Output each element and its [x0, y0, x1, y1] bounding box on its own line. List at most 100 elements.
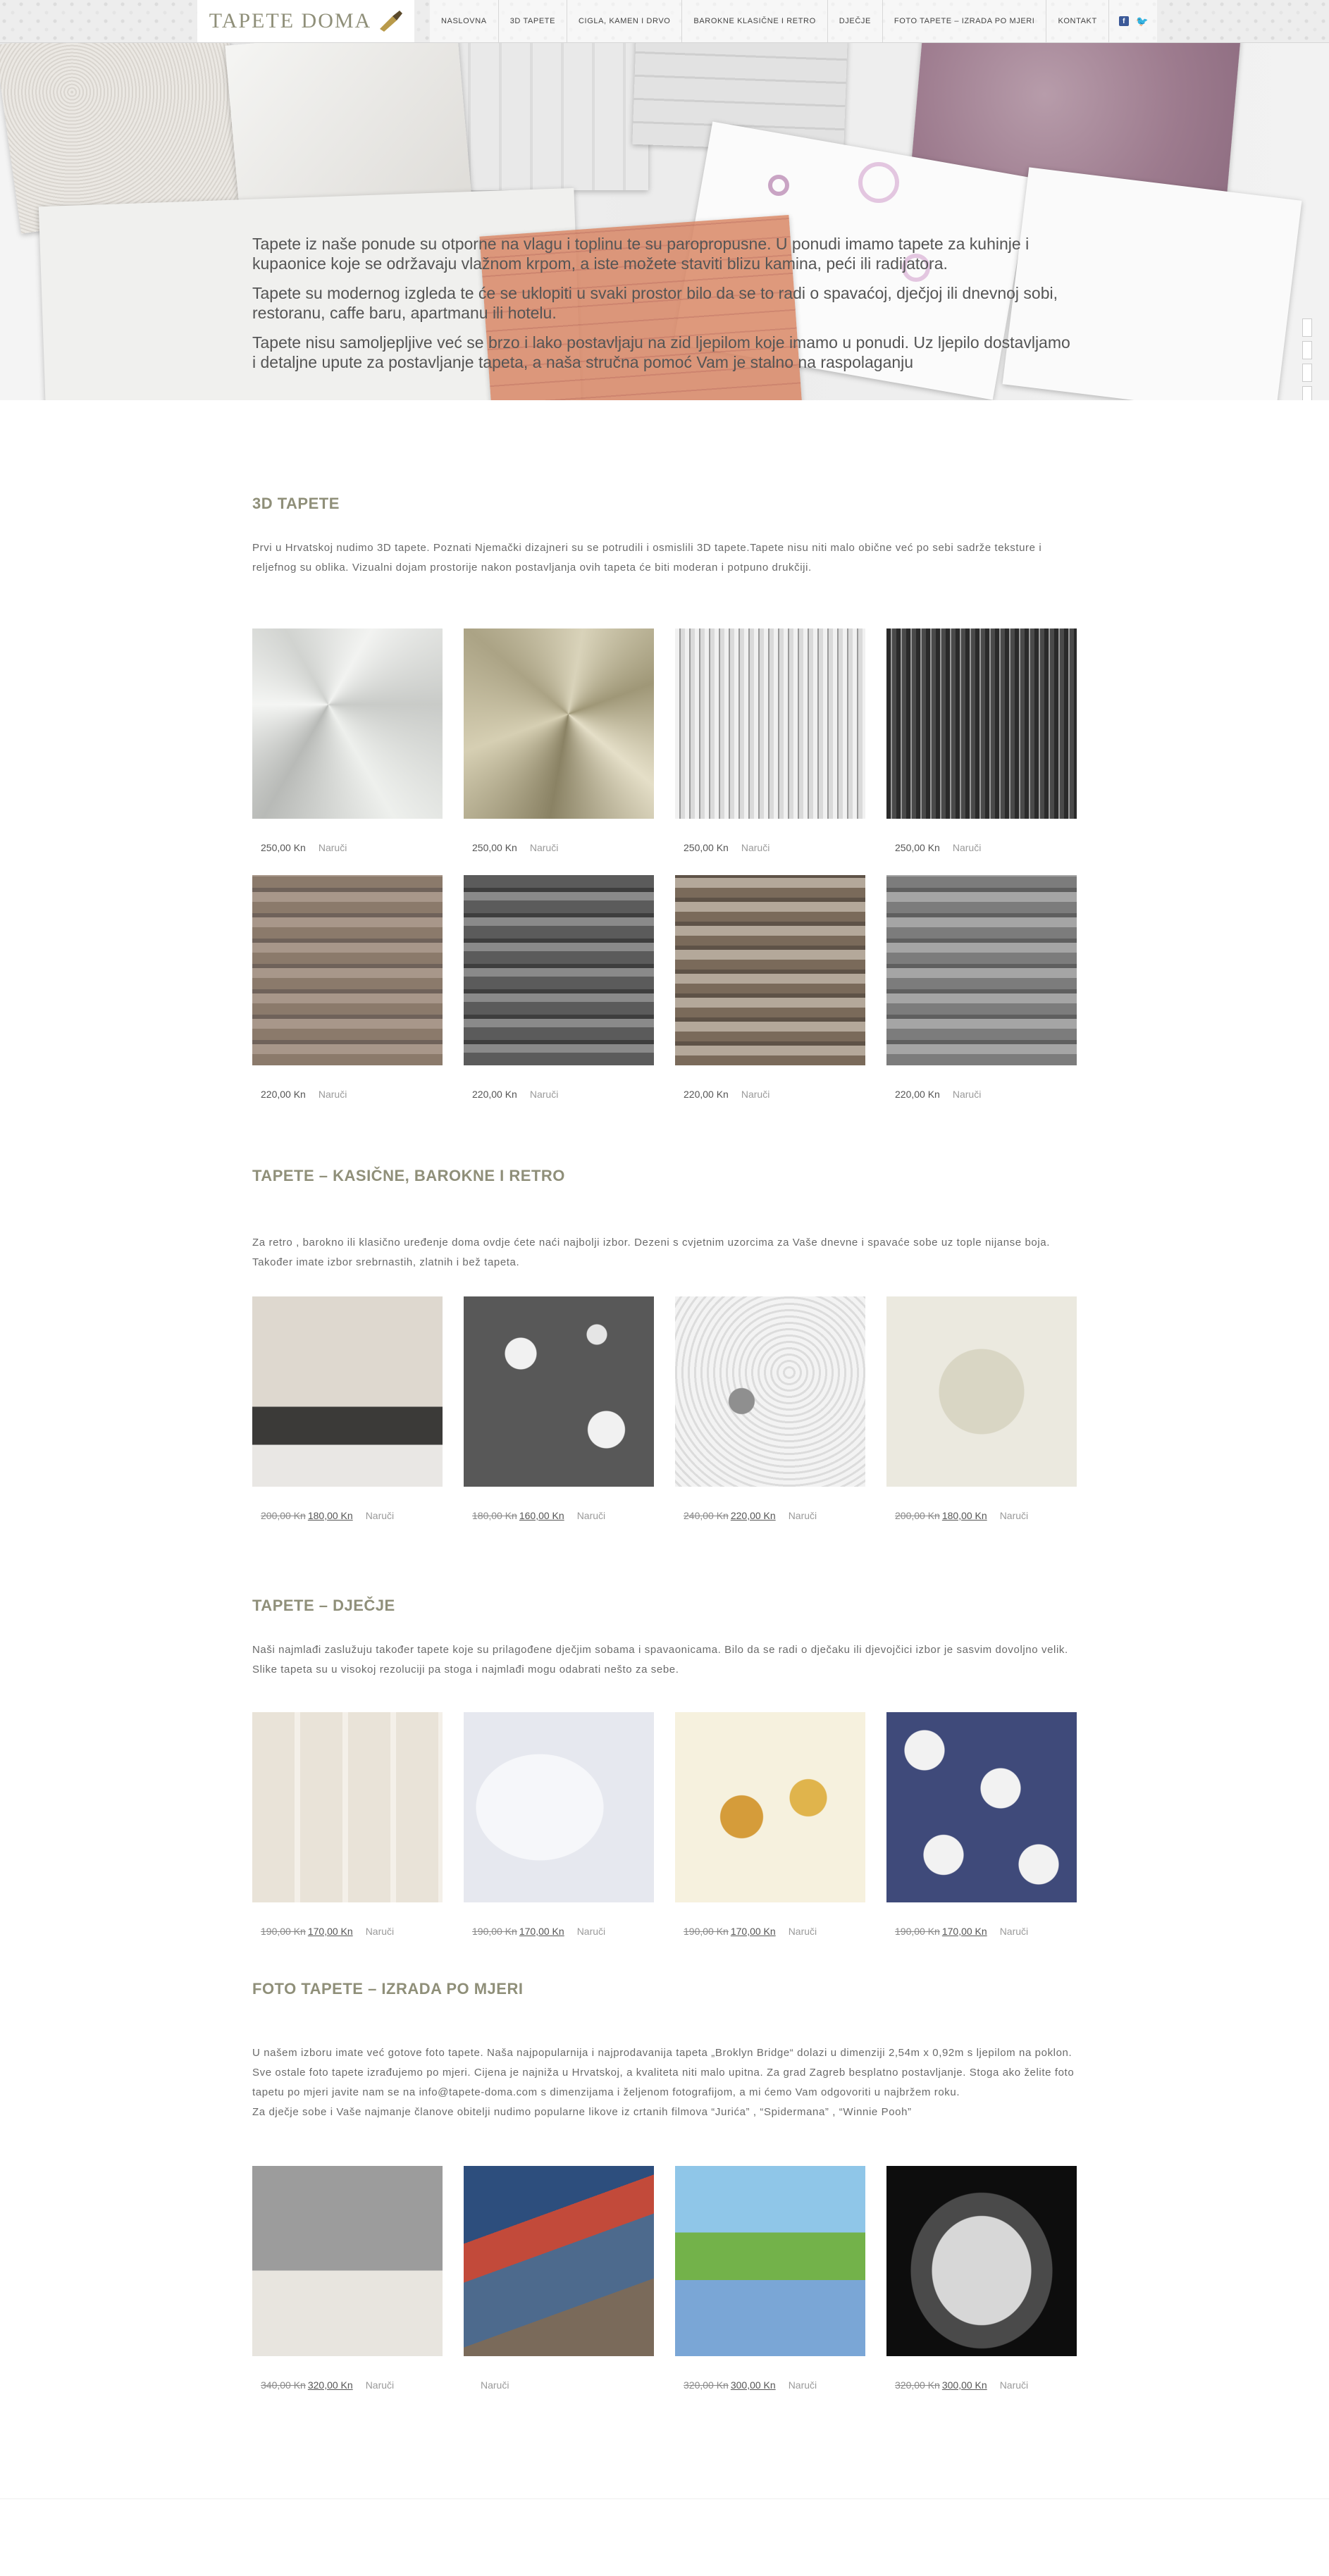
product-card: 250,00 Kn Naruči — [252, 628, 443, 875]
order-link[interactable]: Naruči — [741, 1089, 769, 1100]
section-djecje: TAPETE – DJEČJE Naši najmlađi zaslužuju … — [252, 1597, 1077, 1956]
old-price: 320,00 Kn — [684, 2379, 729, 2391]
nav-item-cigla-kamen-drvo[interactable]: CIGLA, KAMEN I DRVO — [567, 0, 683, 42]
order-link[interactable]: Naruči — [366, 1510, 394, 1521]
slider-dot[interactable] — [1302, 341, 1312, 359]
price: 250,00 Kn — [472, 842, 517, 853]
order-link[interactable]: Naruči — [1000, 2379, 1028, 2391]
product-card: 250,00 Kn Naruči — [464, 628, 654, 875]
section-title: FOTO TAPETE – IZRADA PO MJERI — [252, 1980, 524, 1998]
order-link[interactable]: Naruči — [789, 2379, 817, 2391]
product-image[interactable] — [464, 628, 654, 819]
product-grid: 250,00 Kn Naruči 250,00 Kn Naruči 250,00 K… — [252, 628, 1077, 1122]
product-card: 220,00 Kn Naruči — [252, 875, 443, 1122]
product-image[interactable] — [886, 628, 1077, 819]
product-image[interactable] — [675, 1296, 865, 1487]
price: 220,00 Kn — [472, 1089, 517, 1100]
order-link[interactable]: Naruči — [789, 1926, 817, 1937]
old-price: 200,00 Kn — [261, 1510, 306, 1521]
hero-intro-text: Tapete iz naše ponude su otporne na vlag… — [252, 234, 1077, 382]
product-image[interactable] — [886, 1712, 1077, 1902]
order-link[interactable]: Naruči — [953, 842, 981, 853]
old-price: 340,00 Kn — [261, 2379, 306, 2391]
product-card: 320,00 Kn 300,00 Kn Naruči — [886, 2166, 1077, 2413]
product-image[interactable] — [252, 1296, 443, 1487]
product-image[interactable] — [464, 1296, 654, 1487]
hero-paragraph: Tapete su modernog izgleda te će se uklo… — [252, 284, 1058, 322]
product-image[interactable] — [252, 875, 443, 1065]
price: 250,00 Kn — [261, 842, 306, 853]
product-image[interactable] — [675, 875, 865, 1065]
product-image[interactable] — [886, 1296, 1077, 1487]
product-image[interactable] — [675, 628, 865, 819]
description-paragraph: Za dječje sobe i Vaše najmanje članove o… — [252, 2106, 912, 2118]
nav-item-naslovna[interactable]: NASLOVNA — [430, 0, 499, 42]
nav-item-foto-tapete[interactable]: FOTO TAPETE – IZRADA PO MJERI — [882, 0, 1047, 42]
order-link[interactable]: Naruči — [530, 842, 558, 853]
order-link[interactable]: Naruči — [789, 1510, 817, 1521]
price: 220,00 Kn — [895, 1089, 940, 1100]
product-image[interactable] — [886, 2166, 1077, 2356]
product-card: 320,00 Kn 300,00 Kn Naruči — [675, 2166, 865, 2413]
product-card: 200,00 Kn 180,00 Kn Naruči — [252, 1296, 443, 1543]
old-price: 190,00 Kn — [895, 1926, 940, 1937]
product-image[interactable] — [252, 628, 443, 819]
product-image[interactable] — [252, 2166, 443, 2356]
order-link[interactable]: Naruči — [1000, 1926, 1028, 1937]
product-image[interactable] — [675, 2166, 865, 2356]
order-link[interactable]: Naruči — [577, 1926, 605, 1937]
slider-dot[interactable] — [1302, 386, 1312, 400]
old-price: 180,00 Kn — [472, 1510, 517, 1521]
product-card: 190,00 Kn 170,00 Kn Naruči — [464, 1712, 654, 1959]
order-link[interactable]: Naruči — [319, 842, 347, 853]
order-link[interactable]: Naruči — [319, 1089, 347, 1100]
order-link[interactable]: Naruči — [577, 1510, 605, 1521]
product-card: 180,00 Kn 160,00 Kn Naruči — [464, 1296, 654, 1543]
product-grid: 200,00 Kn 180,00 Kn Naruči 180,00 Kn 160,00… — [252, 1296, 1077, 1543]
product-card: 250,00 Kn Naruči — [886, 628, 1077, 875]
section-description: U našem izboru imate već gotove foto tap… — [252, 2043, 1077, 2122]
logo-text: TAPETE DOMA — [209, 9, 372, 32]
paint-brush-icon — [380, 11, 403, 32]
sale-price: 170,00 Kn — [730, 1926, 776, 1937]
product-image[interactable] — [886, 875, 1077, 1065]
order-link[interactable]: Naruči — [366, 1926, 394, 1937]
nav-item-kontakt[interactable]: KONTAKT — [1046, 0, 1109, 42]
product-image[interactable] — [675, 1712, 865, 1902]
product-card: 220,00 Kn Naruči — [886, 875, 1077, 1122]
old-price: 320,00 Kn — [895, 2379, 940, 2391]
description-paragraph: U našem izboru imate već gotove foto tap… — [252, 2047, 1075, 2098]
section-title: TAPETE – DJEČJE — [252, 1597, 395, 1614]
facebook-icon[interactable]: f — [1118, 16, 1129, 26]
section-description: Naši najmlađi zaslužuju također tapete k… — [252, 1644, 1068, 1676]
sale-price: 180,00 Kn — [307, 1510, 353, 1521]
order-link[interactable]: Naruči — [741, 842, 769, 853]
sale-price: 170,00 Kn — [941, 1926, 987, 1937]
price: 250,00 Kn — [895, 842, 940, 853]
section-3d-tapete: 3D TAPETE Prvi u Hrvatskoj nudimo 3D tap… — [252, 495, 1077, 1101]
product-image[interactable] — [464, 1712, 654, 1902]
section-title: TAPETE – KASIČNE, BAROKNE I RETRO — [252, 1167, 565, 1184]
product-image[interactable] — [252, 1712, 443, 1902]
nav-item-barokne-klasicne-retro[interactable]: BAROKNE KLASIČNE I RETRO — [682, 0, 828, 42]
sale-price: 160,00 Kn — [519, 1510, 564, 1521]
slider-dot[interactable] — [1302, 318, 1312, 337]
slider-dot[interactable] — [1302, 364, 1312, 382]
price: 220,00 Kn — [684, 1089, 729, 1100]
order-link[interactable]: Naruči — [481, 2379, 509, 2391]
nav-item-djecje[interactable]: DJEČJE — [827, 0, 883, 42]
nav-item-3d-tapete[interactable]: 3D TAPETE — [498, 0, 568, 42]
product-image[interactable] — [464, 2166, 654, 2356]
order-link[interactable]: Naruči — [1000, 1510, 1028, 1521]
order-link[interactable]: Naruči — [953, 1089, 981, 1100]
product-card: 190,00 Kn 170,00 Kn Naruči — [252, 1712, 443, 1959]
order-link[interactable]: Naruči — [366, 2379, 394, 2391]
twitter-icon[interactable]: 🐦 — [1136, 16, 1148, 27]
sale-price: 170,00 Kn — [307, 1926, 353, 1937]
product-image[interactable] — [464, 875, 654, 1065]
order-link[interactable]: Naruči — [530, 1089, 558, 1100]
hero-banner: Tapete iz naše ponude su otporne na vlag… — [0, 42, 1329, 400]
footer-divider — [0, 2498, 1329, 2499]
site-logo[interactable]: TAPETE DOMA — [197, 0, 414, 42]
section-description: Za retro , barokno ili klasično uređenje… — [252, 1237, 1050, 1268]
